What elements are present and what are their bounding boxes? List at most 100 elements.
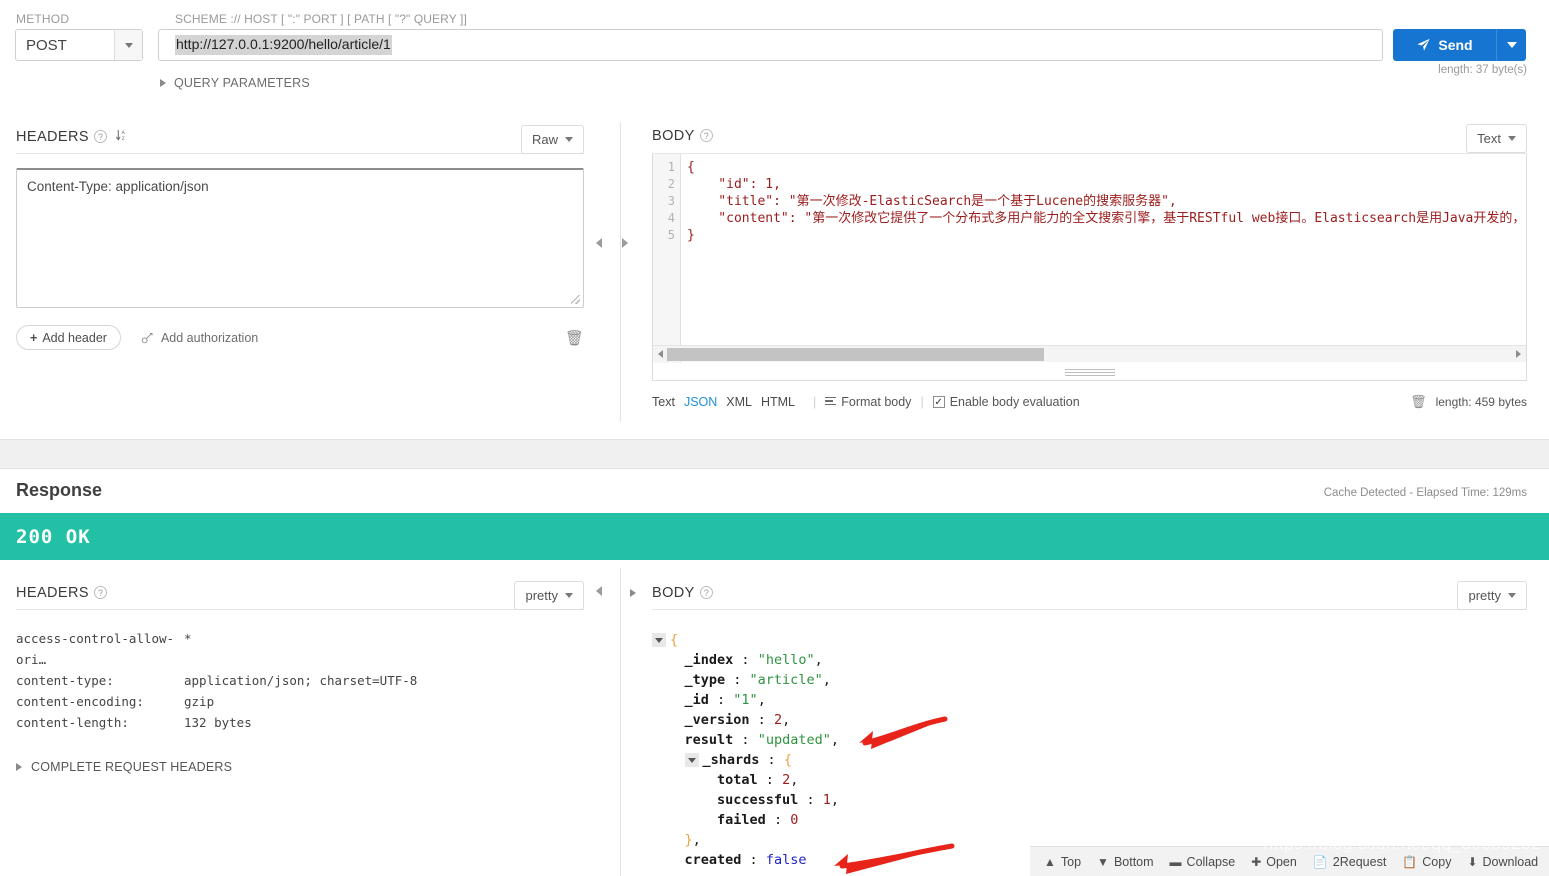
response-header-row: content-length: 132 bytes [16, 712, 584, 733]
request-body-header: BODY ? Text [652, 118, 1527, 154]
json-separator: : [765, 812, 791, 828]
send-button-main[interactable]: Send [1393, 29, 1496, 61]
collapse-right-icon[interactable] [622, 238, 628, 248]
checkbox-icon[interactable]: ✓ [932, 396, 945, 408]
format-body-button[interactable]: Format body [825, 395, 911, 409]
top-button[interactable]: ▲ Top [1044, 855, 1081, 869]
request-url-length: length: 37 byte(s) [1438, 64, 1527, 76]
response-header-row: content-type: application/json; charset=… [16, 670, 584, 691]
request-body-editor[interactable]: 1 2 3 4 5 { "id": 1, "title": "第一次修改-Ela… [652, 154, 1527, 381]
json-separator: : [749, 712, 774, 728]
help-icon[interactable]: ? [699, 586, 713, 599]
format-tab-xml[interactable]: XML [726, 395, 752, 409]
response-panels: HEADERS ? pretty access-control-allow-or… [0, 560, 1549, 876]
response-headers-view-mode[interactable]: pretty [514, 581, 584, 610]
method-label: METHOD [16, 12, 70, 26]
json-separator: : [798, 792, 823, 808]
triangle-down-icon[interactable] [684, 753, 699, 767]
sort-az-icon[interactable]: A Z [115, 128, 130, 146]
json-tree-row: successful : 1, [652, 790, 1527, 810]
json-separator: : [757, 772, 783, 788]
editor-resize-grip[interactable] [1064, 369, 1115, 378]
add-authorization-button[interactable]: Add authorization [141, 331, 258, 345]
copy-button[interactable]: 📋 Copy [1402, 855, 1451, 869]
resize-handle[interactable] [571, 295, 580, 304]
request-headers-input[interactable]: Content-Type: application/json [16, 168, 584, 308]
svg-text:Z: Z [121, 136, 124, 142]
line-number: 1 [667, 160, 675, 174]
request-body-code[interactable]: { "id": 1, "title": "第一次修改-ElasticSearch… [681, 154, 1526, 363]
method-dropdown-button[interactable] [114, 30, 142, 60]
delete-headers-icon[interactable]: 🗑 [565, 329, 584, 347]
response-headers-list: access-control-allow-ori… * content-type… [16, 628, 584, 733]
json-value: } [684, 832, 693, 848]
format-tab-json[interactable]: JSON [684, 395, 717, 409]
request-body-footer: Text JSON XML HTML | Format body | ✓ Ena… [652, 391, 1527, 413]
request-body-view-mode[interactable]: Text [1466, 124, 1527, 153]
triangle-down-icon[interactable] [652, 633, 666, 647]
download-button[interactable]: ⬇ Download [1467, 855, 1538, 869]
json-key: _index [684, 652, 734, 668]
json-value: "updated" [757, 732, 831, 748]
help-icon[interactable]: ? [93, 586, 107, 599]
scroll-right-icon[interactable] [1516, 350, 1521, 358]
json-tree-row: failed : 0 [652, 810, 1527, 830]
json-separator: : [733, 732, 758, 748]
response-body-json-tree[interactable]: { _index : "hello", _type : "article", _… [652, 630, 1527, 870]
collapse-left-icon[interactable] [596, 586, 602, 596]
json-value: 2 [782, 772, 791, 788]
format-tab-html[interactable]: HTML [761, 395, 795, 409]
query-parameters-toggle[interactable]: QUERY PARAMETERS [160, 76, 310, 90]
response-body-header: BODY ? pretty [630, 576, 1527, 610]
key-icon [141, 332, 153, 344]
json-value: 0 [790, 812, 799, 828]
arrow-down-circle-icon: ▼ [1097, 854, 1109, 869]
help-icon[interactable]: ? [93, 130, 107, 143]
open-button[interactable]: ✚ Open [1251, 855, 1297, 869]
request-headers-view-mode[interactable]: Raw [520, 125, 584, 154]
json-punctuation: , [757, 692, 766, 708]
send-button[interactable]: Send [1393, 29, 1526, 61]
help-icon[interactable]: ? [699, 129, 713, 142]
bottom-button[interactable]: ▼ Bottom [1097, 855, 1154, 869]
response-header-key: content-length: [16, 715, 129, 730]
arrow-up-circle-icon: ▲ [1044, 854, 1056, 869]
to-request-button[interactable]: 📄 2Request [1313, 855, 1386, 869]
json-value: 2 [773, 712, 783, 728]
request-body-view-mode-label: Text [1477, 131, 1501, 146]
svg-text:A: A [121, 130, 125, 136]
scrollbar-track[interactable] [667, 347, 1512, 361]
clear-body-icon[interactable]: 🗑 [1410, 394, 1427, 410]
scrollbar-thumb[interactable] [667, 347, 1044, 361]
copy-label: Copy [1422, 854, 1452, 869]
json-separator: : [725, 672, 750, 688]
response-bottom-toolbar: ▲ Top ▼ Bottom ▬ Collapse ✚ Open 📄 2Requ… [1030, 846, 1549, 876]
horizontal-scrollbar[interactable] [653, 345, 1526, 362]
url-value: http://127.0.0.1:9200/hello/article/1 [175, 35, 392, 55]
format-tab-text[interactable]: Text [652, 395, 675, 409]
code-line: "content": "第一次修改它提供了一个分布式多用户能力的全文搜索引擎，基… [687, 211, 1526, 226]
add-header-button[interactable]: + Add header [16, 325, 121, 350]
collapse-button[interactable]: ▬ Collapse [1170, 855, 1236, 869]
complete-request-headers-toggle[interactable]: COMPLETE REQUEST HEADERS [16, 760, 584, 774]
panel-divider [620, 122, 621, 422]
collapse-left-icon[interactable] [596, 238, 602, 248]
json-punctuation: , [790, 772, 799, 788]
url-input[interactable]: http://127.0.0.1:9200/hello/article/1 [158, 29, 1383, 61]
line-number: 2 [667, 177, 675, 191]
paper-plane-icon [1417, 38, 1430, 51]
scroll-left-icon[interactable] [658, 350, 663, 358]
separator: | [813, 395, 817, 409]
json-key: created [684, 852, 742, 868]
method-select[interactable]: POST [15, 29, 143, 61]
open-label: Open [1266, 854, 1297, 869]
json-key: result [684, 732, 734, 748]
response-status-bar: 200 OK [0, 513, 1549, 560]
enable-body-evaluation-toggle[interactable]: ✓ Enable body evaluation [932, 395, 1080, 409]
response-body-view-mode[interactable]: pretty [1457, 581, 1527, 610]
send-options-button[interactable] [1496, 29, 1526, 61]
json-key: _type [684, 672, 726, 688]
